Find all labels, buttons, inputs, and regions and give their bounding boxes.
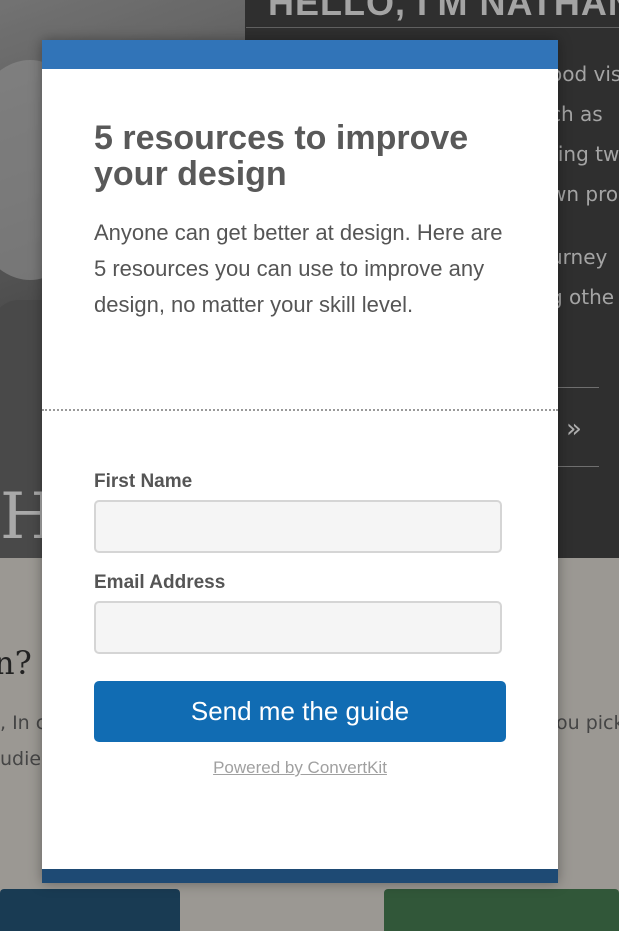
modal-top-bar bbox=[42, 40, 558, 69]
send-guide-button[interactable]: Send me the guide bbox=[94, 681, 506, 742]
first-name-label: First Name bbox=[94, 471, 193, 492]
powered-by-link[interactable]: Powered by ConvertKit bbox=[42, 758, 558, 778]
modal-bottom-bar bbox=[42, 869, 558, 883]
modal-title: 5 resources to improve your design bbox=[94, 119, 469, 193]
modal-description: Anyone can get better at design. Here ar… bbox=[94, 220, 503, 317]
email-input[interactable] bbox=[94, 601, 502, 654]
first-name-input[interactable] bbox=[94, 500, 502, 553]
signup-modal: 5 resources to improve your design Anyon… bbox=[42, 40, 558, 883]
email-label: Email Address bbox=[94, 572, 226, 593]
dotted-divider bbox=[42, 409, 558, 411]
